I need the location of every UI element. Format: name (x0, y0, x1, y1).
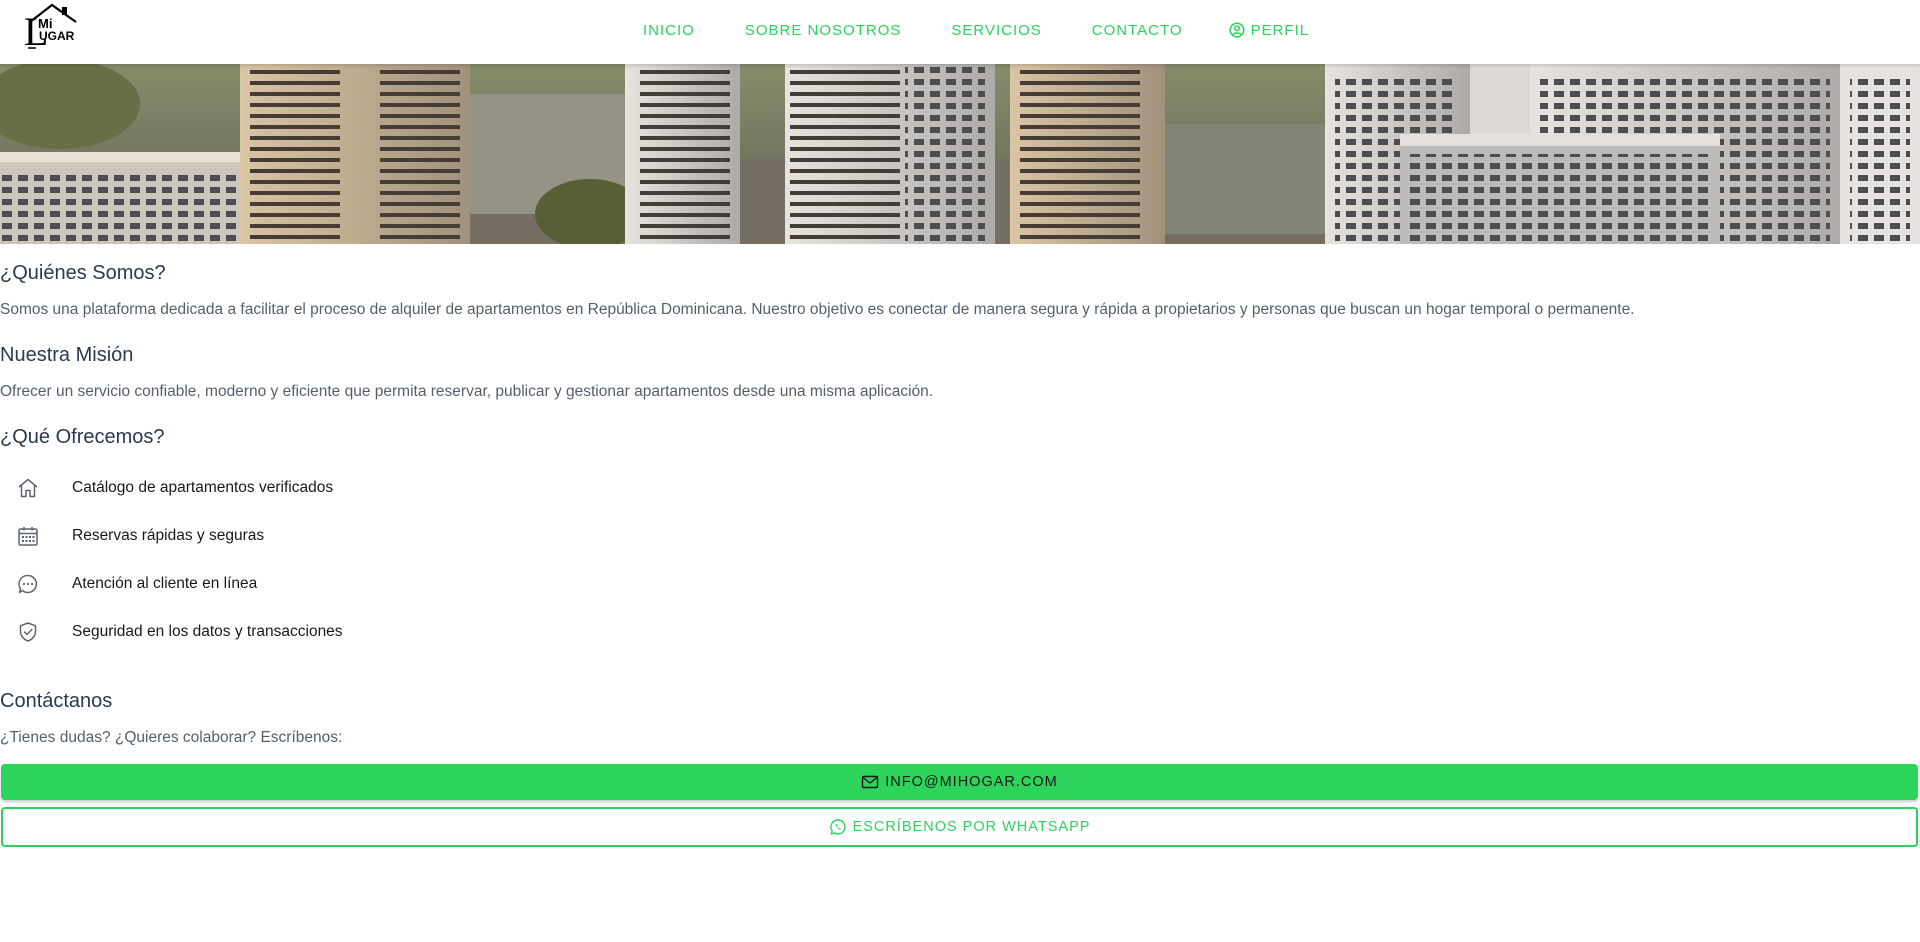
offer-item-label: Atención al cliente en línea (72, 575, 258, 592)
offer-title: ¿Qué Ofrecemos? (0, 426, 165, 448)
contact-text: ¿Tienes dudas? ¿Quieres colaborar? Escrí… (0, 729, 343, 746)
offer-item-label: Seguridad en los datos y transacciones (72, 623, 343, 640)
offer-item-support: Atención al cliente en línea (0, 560, 600, 608)
brand-logo[interactable]: L Mi UGAR (22, 2, 80, 52)
nav-link-servicios[interactable]: SERVICIOS (951, 22, 1041, 39)
calendar-icon (16, 524, 40, 548)
offer-item-catalog: Catálogo de apartamentos verificados (0, 464, 600, 512)
about-text: Somos una plataforma dedicada a facilita… (0, 301, 1635, 318)
email-button[interactable]: INFO@MIHOGAR.COM (1, 764, 1918, 800)
top-navbar: L Mi UGAR INICIO SOBRE NOSOTROS SERVICIO… (0, 0, 1920, 64)
about-title: ¿Quiénes Somos? (0, 262, 166, 284)
user-circle-icon (1229, 22, 1245, 38)
home-icon (16, 476, 40, 500)
whatsapp-button-label: ESCRÍBENOS POR WHATSAPP (852, 819, 1091, 835)
main-nav: INICIO SOBRE NOSOTROS SERVICIOS CONTACTO… (643, 0, 1309, 60)
chat-icon (16, 572, 40, 596)
offer-item-reservations: Reservas rápidas y seguras (0, 512, 600, 560)
nav-link-inicio[interactable]: INICIO (643, 22, 695, 39)
nav-link-sobre-nosotros[interactable]: SOBRE NOSOTROS (745, 22, 902, 39)
mail-icon (861, 773, 879, 791)
whatsapp-button[interactable]: ESCRÍBENOS POR WHATSAPP (1, 807, 1918, 847)
nav-link-perfil-label: PERFIL (1250, 21, 1310, 39)
whatsapp-icon (829, 818, 847, 836)
email-button-label: INFO@MIHOGAR.COM (885, 774, 1058, 790)
offer-item-security: Seguridad en los datos y transacciones (0, 608, 600, 656)
offer-item-label: Reservas rápidas y seguras (72, 527, 265, 544)
offer-item-label: Catálogo de apartamentos verificados (72, 479, 334, 496)
hero-cityscape-image (0, 64, 1920, 244)
nav-link-perfil[interactable]: PERFIL (1229, 22, 1310, 39)
mission-title: Nuestra Misión (0, 344, 134, 366)
nav-link-contacto[interactable]: CONTACTO (1092, 22, 1183, 39)
shield-check-icon (16, 620, 40, 644)
cityscape-illustration (0, 64, 1920, 244)
logo-text-ugar: UGAR (39, 29, 75, 43)
contact-title: Contáctanos (0, 690, 113, 712)
mission-text: Ofrecer un servicio confiable, moderno y… (0, 383, 934, 400)
